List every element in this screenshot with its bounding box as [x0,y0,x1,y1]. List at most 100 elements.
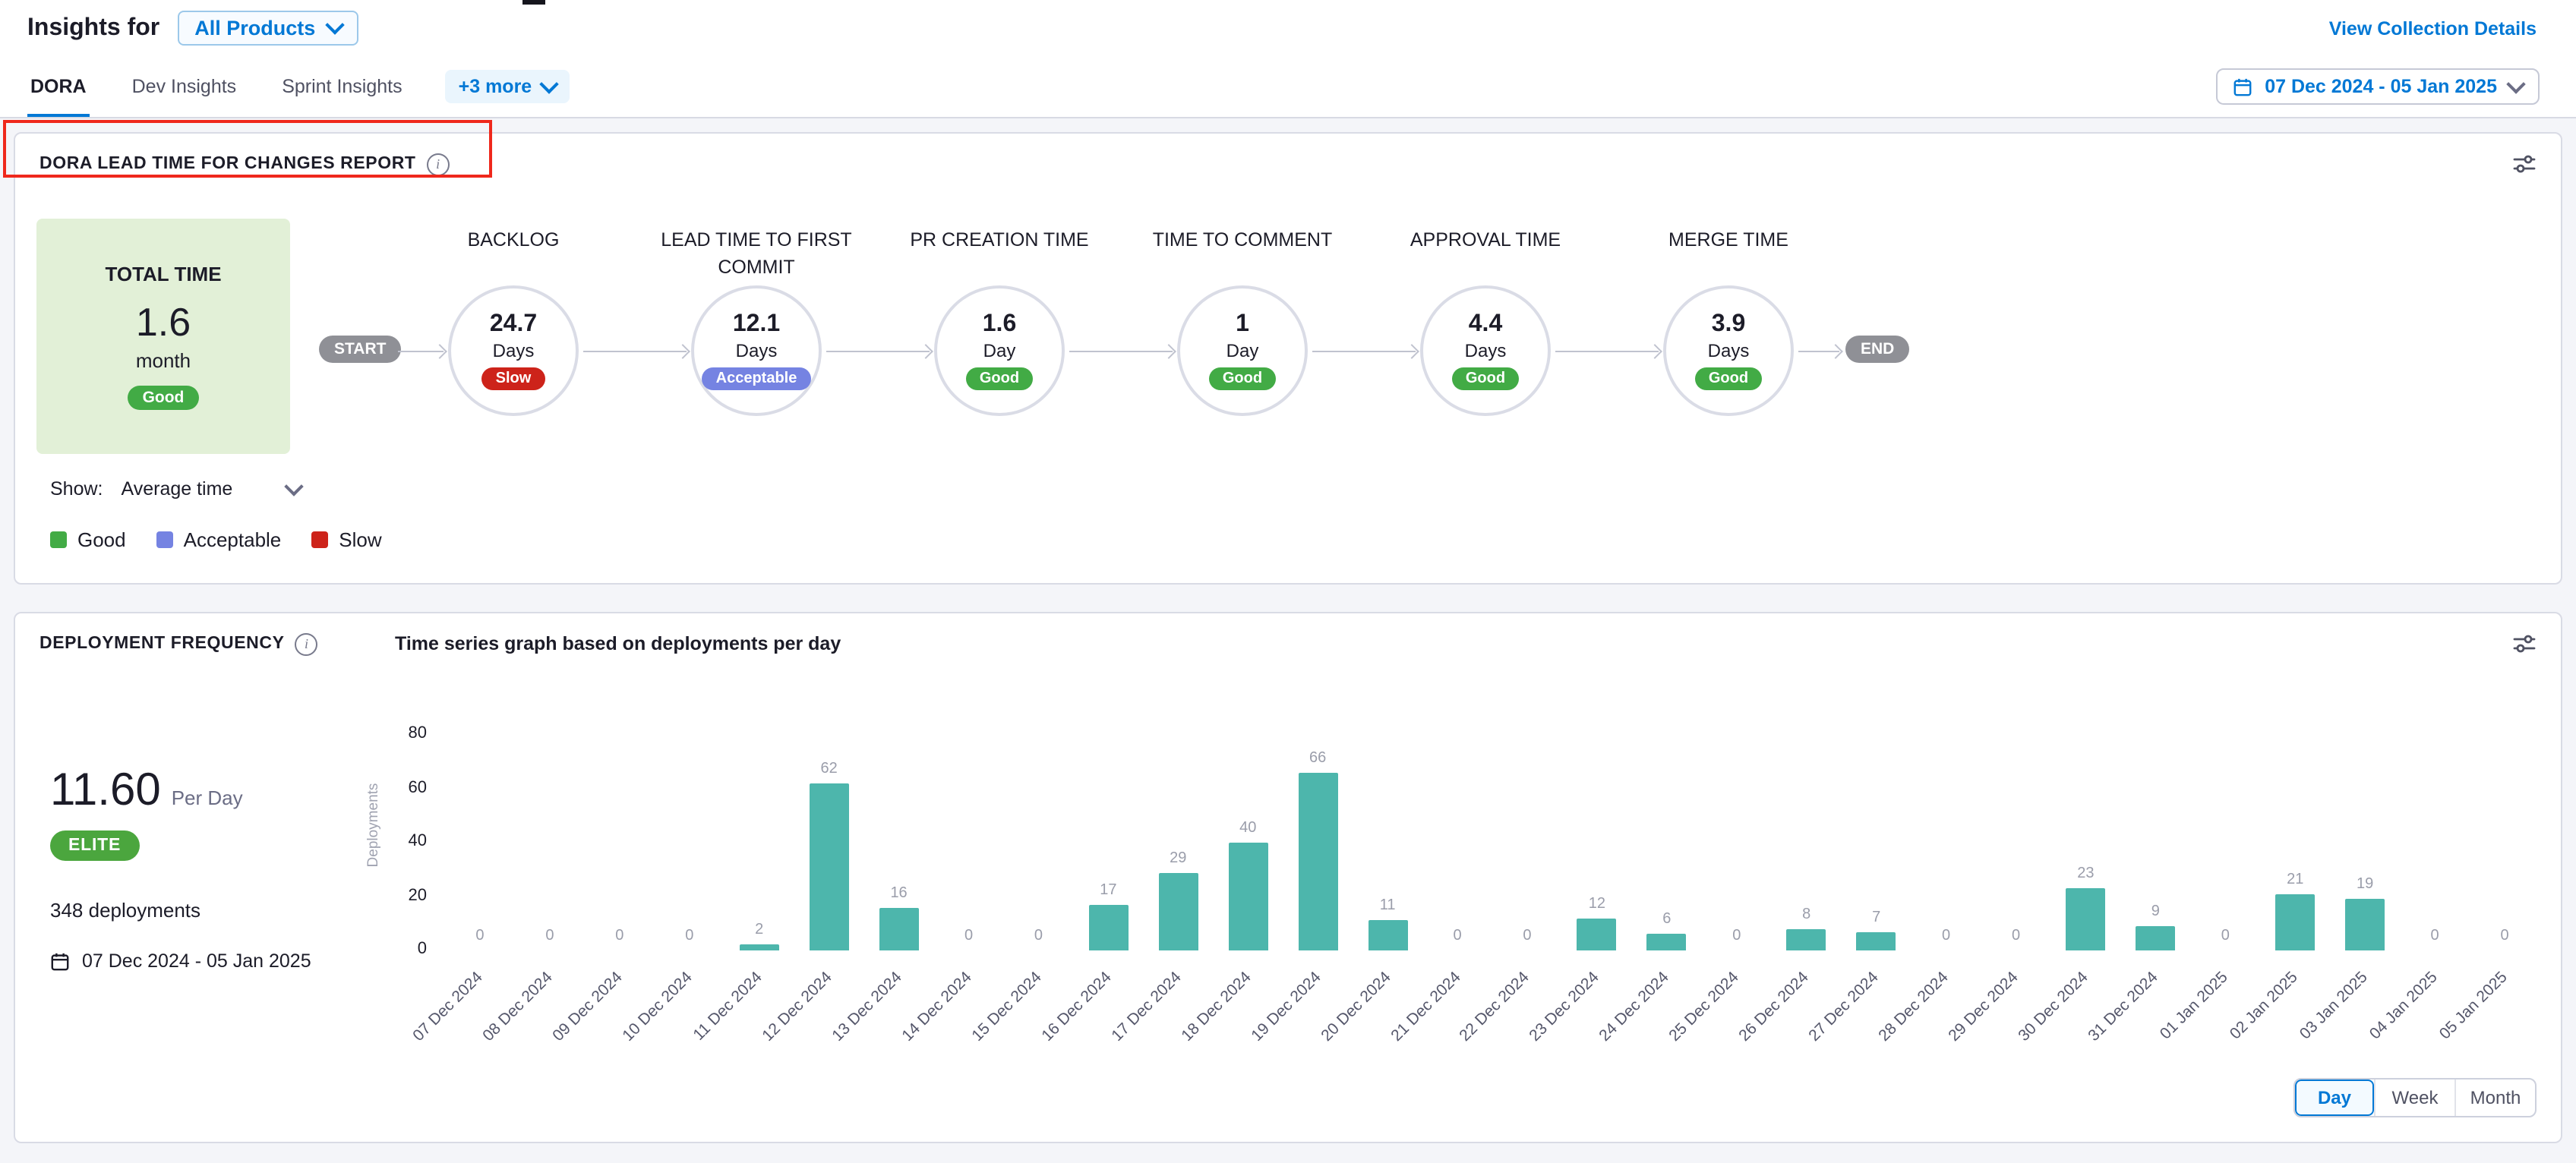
flow-end-label: END [1845,336,1909,363]
lead-time-flow: TOTAL TIME 1.6 month Good STARTBACKLOG24… [15,194,2561,471]
bar-value-label: 23 [2077,865,2094,882]
total-time-label: TOTAL TIME [105,263,221,285]
bar-value-label: 0 [615,928,623,944]
app-header: Insights for All Products View Collectio… [0,0,2576,56]
bar-value-label: 0 [2500,928,2508,944]
date-range-picker[interactable]: 07 Dec 2024 - 05 Jan 2025 [2216,68,2540,105]
total-time-box: TOTAL TIME 1.6 month Good [36,219,290,454]
tab-list: DORA Dev Insights Sprint Insights [27,56,406,117]
bar-value-label: 11 [1380,898,1396,915]
stage-circle-backlog: 24.7DaysSlow [448,285,579,416]
page: Insights for All Products View Collectio… [0,0,2576,1163]
y-axis-tick-label: 60 [381,778,427,796]
granularity-week[interactable]: Week [2374,1079,2454,1116]
y-axis-tick-label: 80 [381,724,427,742]
page-title: Insights for [27,14,159,42]
chevron-down-icon [539,74,558,93]
bar-value-label: 6 [1662,912,1671,928]
deployment-bar[interactable] [2136,926,2175,950]
product-selector-value: All Products [194,17,315,39]
deployment-bar[interactable] [1368,921,1407,950]
deployment-bar[interactable] [1647,934,1687,950]
stage-circle-merge-time: 3.9DaysGood [1663,285,1794,416]
total-time-unit: month [136,349,191,372]
granularity-day[interactable]: Day [2295,1079,2374,1116]
deployment-bar[interactable] [879,907,919,950]
tab-sprint-insights[interactable]: Sprint Insights [279,56,405,117]
info-icon[interactable]: i [427,153,450,175]
deployment-bar[interactable] [2275,894,2315,950]
view-collection-details-link[interactable]: View Collection Details [2329,17,2537,39]
granularity-toggle: DayWeekMonth [2293,1078,2537,1117]
stage-unit: Days [736,340,778,361]
flow-arrow [1312,351,1416,352]
tab-dora[interactable]: DORA [27,56,90,117]
stage-rating-badge: Good [1209,367,1276,390]
legend-label: Slow [339,528,381,551]
flow-arrow [826,351,930,352]
total-time-value: 1.6 [136,299,191,346]
chart-settings-icon[interactable] [2512,152,2537,176]
bar-value-label: 0 [2012,928,2020,944]
stage-value: 1.6 [983,311,1017,339]
more-tabs-button[interactable]: +3 more [445,70,570,103]
deployment-bar[interactable] [1298,773,1337,950]
deployment-bar[interactable] [1787,929,1826,950]
stage-unit: Days [1708,340,1750,361]
deployment-bar[interactable] [1158,872,1198,950]
product-selector[interactable]: All Products [178,11,358,46]
bar-value-label: 21 [2287,871,2303,887]
show-row: Show: Average time [15,471,2561,507]
deployment-bar[interactable] [1577,918,1617,950]
stage-name-merge-time: MERGE TIME [1607,226,1850,254]
bar-value-label: 0 [545,928,554,944]
flow-arrow [1555,351,1659,352]
y-axis-tick-label: 0 [381,940,427,958]
stage-circle-pr-creation-time: 1.6DayGood [934,285,1065,416]
y-axis-title: Deployments [365,764,382,886]
top-edge-artifact [522,0,545,5]
legend-label: Acceptable [184,528,282,551]
deployment-bar[interactable] [2345,900,2385,950]
stage-rating-badge: Good [1452,367,1519,390]
legend-swatch [50,531,67,548]
stage-name-time-to-comment: TIME TO COMMENT [1121,226,1364,254]
granularity-month[interactable]: Month [2454,1079,2535,1116]
y-axis-tick-label: 40 [381,832,427,850]
chevron-down-icon [284,476,303,495]
bar-value-label: 12 [1589,895,1605,912]
bar-value-label: 0 [964,928,973,944]
stage-value: 12.1 [733,311,780,339]
calendar-icon [2233,77,2252,96]
y-axis-tick-label: 20 [381,886,427,904]
deployment-bar[interactable] [1857,931,1896,950]
stage-name-lead-time-to-first-commit: LEAD TIME TO FIRST COMMIT [635,226,878,282]
bar-value-label: 40 [1239,820,1256,837]
bar-value-label: 0 [1732,928,1741,944]
total-rating-badge: Good [128,386,200,410]
tab-dev-insights[interactable]: Dev Insights [129,56,240,117]
bar-value-label: 17 [1100,882,1116,899]
deployment-bar[interactable] [2066,888,2105,950]
bar-value-label: 0 [1034,928,1043,944]
deployment-bar[interactable] [740,945,779,950]
chevron-down-icon [325,15,344,34]
lead-time-card-header: DORA LEAD TIME FOR CHANGES REPORT i [15,134,2561,194]
deployment-bar[interactable] [1228,843,1267,950]
legend-label: Good [77,528,126,551]
legend-item-slow: Slow [311,528,381,551]
legend-swatch [311,531,328,548]
flow-arrow [1798,351,1839,352]
stage-value: 24.7 [490,311,537,339]
show-metric-value: Average time [122,478,233,500]
deployment-bar[interactable] [810,783,849,950]
stage-rating-badge: Good [1695,367,1762,390]
deployment-bar[interactable] [1088,905,1128,950]
flow-arrow [1069,351,1173,352]
show-label: Show: [50,478,103,500]
bar-value-label: 0 [1453,928,1461,944]
stage-rating-badge: Slow [482,367,545,390]
show-metric-select[interactable]: Average time [122,478,301,500]
bar-value-label: 16 [890,884,907,901]
bar-value-label: 0 [2431,928,2439,944]
